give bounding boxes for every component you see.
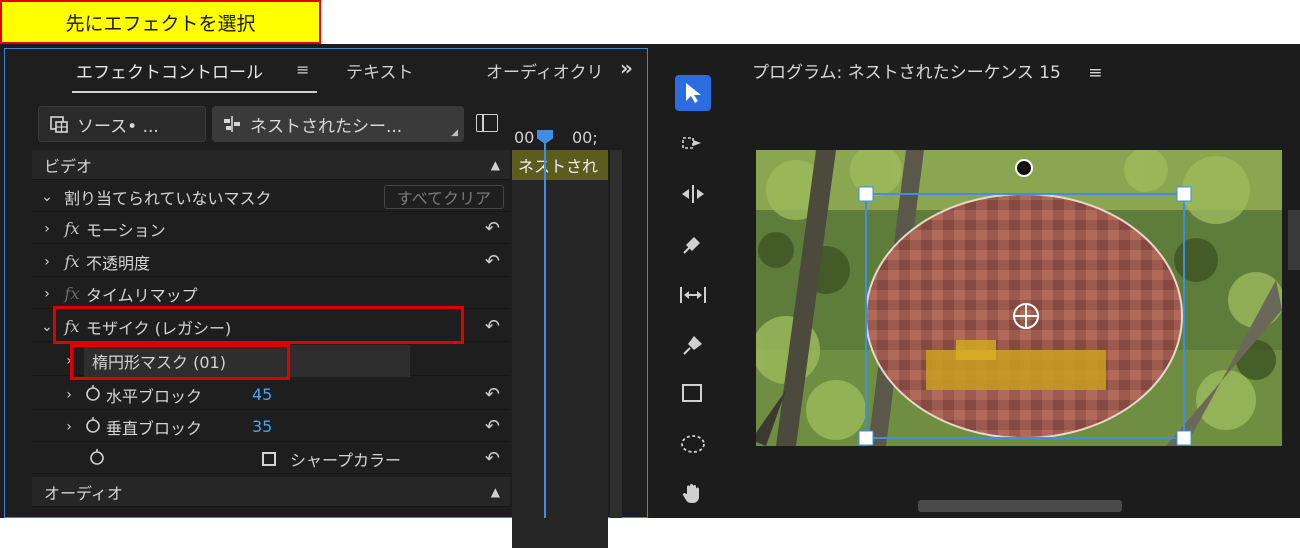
section-video[interactable]: ビデオ ▲: [32, 150, 510, 180]
section-audio-label: オーディオ: [44, 483, 123, 503]
chevron-right-icon[interactable]: ›: [36, 254, 58, 270]
timecode-start: 00: [514, 128, 535, 147]
ripple-edit-icon: [682, 185, 704, 203]
highlight-mask: [70, 344, 290, 380]
param-value-vertical[interactable]: 35: [252, 417, 272, 436]
mini-timeline[interactable]: [512, 150, 608, 548]
param-label-sharp-color: シャープカラー: [290, 450, 402, 470]
annotation-label: 先にエフェクトを選択: [0, 0, 321, 44]
program-title-text: プログラム: ネストされたシーケンス 15: [752, 63, 1061, 83]
sequence-icon: [222, 114, 242, 134]
slip-tool[interactable]: [675, 277, 711, 313]
param-row-sharp-color[interactable]: シャープカラー ↶: [32, 444, 510, 474]
source-dropdown-label: ソース• ...: [77, 116, 159, 137]
param-value-horizontal[interactable]: 45: [252, 385, 272, 404]
panel-menu-icon[interactable]: ≡: [1088, 63, 1102, 83]
toggle-timeline-icon[interactable]: [476, 114, 498, 132]
effect-label-time-remap: タイムリマップ: [86, 285, 198, 305]
fx-icon-disabled: fx: [64, 284, 80, 303]
track-select-tool[interactable]: [675, 126, 711, 162]
tab-audio-clip[interactable]: オーディオクリ: [486, 58, 612, 83]
highlight-mosaic: [53, 306, 464, 344]
arrow-cursor-icon: [686, 83, 701, 103]
hand-tool[interactable]: [675, 476, 711, 512]
effect-label-opacity: 不透明度: [86, 253, 151, 273]
effect-row-time-remap[interactable]: › fx タイムリマップ: [32, 279, 510, 309]
stopwatch-icon[interactable]: [84, 448, 110, 470]
chevron-right-icon[interactable]: ›: [58, 419, 80, 435]
timeline-clip[interactable]: ネストされ: [512, 150, 608, 180]
reset-icon[interactable]: ↶: [485, 251, 500, 272]
track-select-icon: [682, 137, 701, 149]
ellipse-icon: [681, 435, 705, 453]
chevron-right-icon[interactable]: ›: [36, 286, 58, 302]
effect-row-opacity[interactable]: › fx 不透明度 ↶: [32, 247, 510, 277]
sequence-dropdown-label: ネストされたシー...: [250, 116, 403, 137]
chevron-right-icon[interactable]: ›: [58, 387, 80, 403]
reset-icon[interactable]: ↶: [485, 384, 500, 405]
param-row-horizontal[interactable]: › 水平ブロック 45 ↶: [32, 380, 510, 410]
source-dropdown[interactable]: ソース• ...: [38, 106, 206, 142]
tab-text[interactable]: テキスト: [346, 58, 414, 83]
program-video-frame[interactable]: [756, 150, 1282, 446]
param-label-horizontal: 水平ブロック: [106, 386, 203, 406]
mask-row-label: 割り当てられていないマスク: [64, 188, 272, 208]
sequence-dropdown[interactable]: ネストされたシー... ◢: [212, 106, 464, 142]
program-horizontal-scrollbar[interactable]: [918, 500, 1122, 512]
program-monitor-title[interactable]: プログラム: ネストされたシーケンス 15 ≡: [752, 58, 1102, 83]
active-tab-underline: [72, 91, 317, 93]
ripple-edit-tool[interactable]: [675, 176, 711, 212]
dropdown-corner-icon: ◢: [451, 128, 458, 138]
collapse-up-icon[interactable]: ▲: [491, 158, 500, 172]
param-label-vertical: 垂直ブロック: [106, 418, 203, 438]
pen-tool[interactable]: [675, 327, 711, 363]
effect-row-motion[interactable]: › fx モーション ↶: [32, 214, 510, 244]
clear-all-button[interactable]: すべてクリア: [383, 185, 504, 209]
stopwatch-icon[interactable]: [80, 384, 106, 406]
sharp-color-checkbox[interactable]: [262, 451, 276, 466]
chevron-right-icon[interactable]: ›: [36, 221, 58, 237]
rectangle-icon: [682, 384, 702, 402]
overflow-tabs-icon[interactable]: »: [620, 56, 633, 80]
section-audio[interactable]: オーディオ ▲: [32, 477, 510, 507]
panel-menu-icon[interactable]: ≡: [296, 60, 309, 79]
collapse-up-icon[interactable]: ▲: [491, 485, 500, 499]
razor-icon: [683, 237, 700, 254]
program-vertical-scrollbar[interactable]: [1288, 210, 1300, 270]
chevron-down-icon[interactable]: ⌄: [36, 189, 58, 205]
razor-tool[interactable]: [675, 226, 711, 262]
section-video-label: ビデオ: [44, 156, 93, 176]
slip-icon: [680, 287, 706, 303]
hand-icon: [682, 484, 699, 503]
fx-icon[interactable]: fx: [58, 252, 86, 271]
reset-icon[interactable]: ↶: [485, 416, 500, 437]
reset-icon[interactable]: ↶: [485, 316, 500, 337]
source-clip-icon: [49, 114, 69, 134]
video-preview-image: [756, 150, 1282, 446]
playhead-line[interactable]: [544, 136, 546, 518]
reset-icon[interactable]: ↶: [485, 448, 500, 469]
tab-effect-controls[interactable]: エフェクトコントロール: [76, 58, 263, 83]
vertical-scrollbar[interactable]: [610, 150, 622, 518]
mask-row[interactable]: ⌄ 割り当てられていないマスク すべてクリア: [32, 182, 510, 212]
fx-icon[interactable]: fx: [58, 219, 86, 238]
param-row-vertical[interactable]: › 垂直ブロック 35 ↶: [32, 412, 510, 442]
effect-label-motion: モーション: [86, 220, 166, 240]
ellipse-tool[interactable]: [675, 426, 711, 462]
reset-icon[interactable]: ↶: [485, 218, 500, 239]
pen-icon: [683, 336, 702, 355]
selection-tool[interactable]: [675, 75, 711, 111]
timecode-end: 00;: [572, 128, 598, 147]
stopwatch-icon[interactable]: [80, 416, 106, 438]
rectangle-tool[interactable]: [675, 376, 711, 412]
